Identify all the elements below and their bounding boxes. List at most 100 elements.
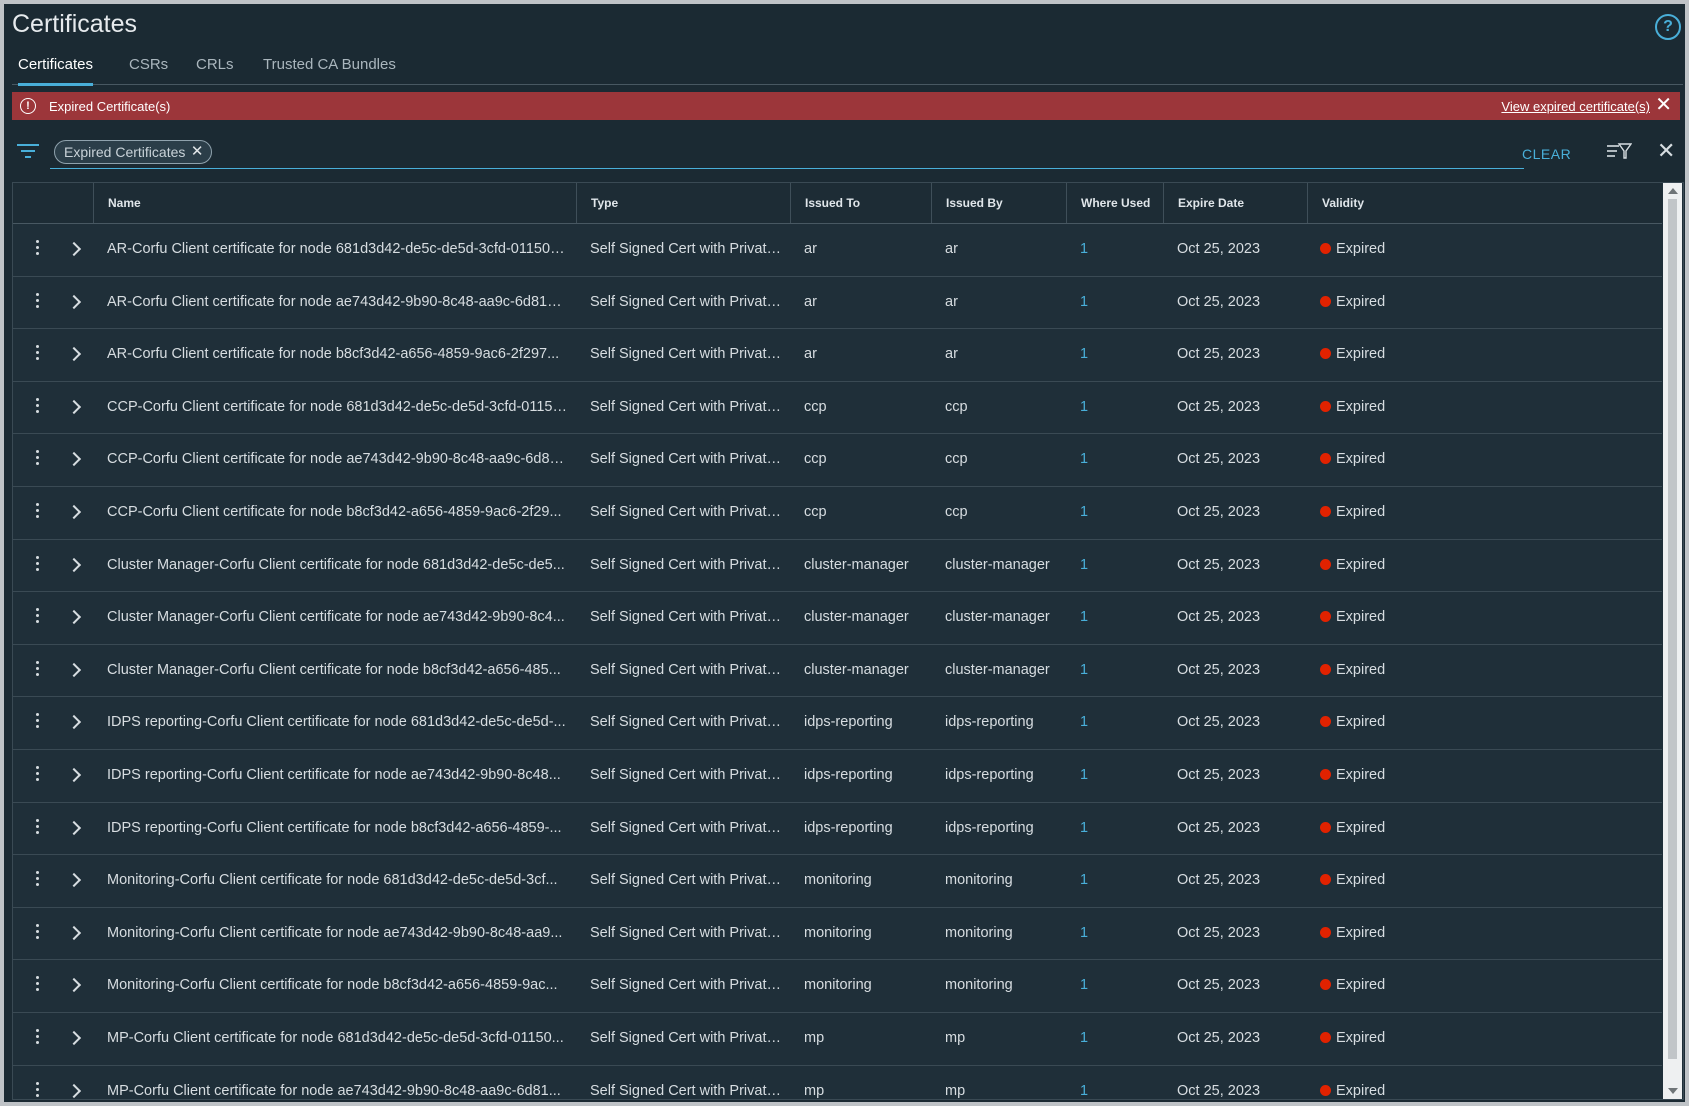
scroll-up-arrow-icon[interactable] (1668, 188, 1678, 194)
table-row[interactable]: Monitoring-Corfu Client certificate for … (13, 960, 1662, 1013)
table-row[interactable]: IDPS reporting-Corfu Client certificate … (13, 697, 1662, 750)
column-header-type[interactable]: Type (576, 183, 790, 223)
chevron-right-icon[interactable] (66, 610, 82, 625)
kebab-menu-icon[interactable] (31, 501, 43, 523)
where-used-link[interactable]: 1 (1080, 224, 1140, 275)
chevron-right-icon[interactable] (66, 399, 82, 414)
kebab-menu-icon[interactable] (31, 869, 43, 891)
chevron-right-icon[interactable] (66, 294, 82, 309)
table-row[interactable]: Cluster Manager-Corfu Client certificate… (13, 539, 1662, 593)
chevron-right-icon[interactable] (66, 452, 82, 467)
column-header-validity[interactable]: Validity (1307, 183, 1662, 223)
where-used-link[interactable]: 1 (1080, 592, 1140, 643)
where-used-link[interactable]: 1 (1080, 960, 1140, 1011)
kebab-menu-icon[interactable] (31, 343, 43, 365)
chevron-right-icon[interactable] (66, 978, 82, 993)
table-row[interactable]: MP-Corfu Client certificate for node 681… (13, 1012, 1662, 1066)
kebab-menu-icon[interactable] (31, 974, 43, 996)
view-expired-link[interactable]: View expired certificate(s) (1501, 99, 1650, 114)
table-row[interactable]: CCP-Corfu Client certificate for node b8… (13, 486, 1662, 540)
chevron-right-icon[interactable] (66, 347, 82, 362)
chevron-right-icon[interactable] (66, 873, 82, 888)
validity-label: Expired (1336, 819, 1386, 836)
kebab-menu-icon[interactable] (31, 606, 43, 628)
vertical-scrollbar[interactable] (1663, 183, 1682, 1099)
table-row[interactable]: Monitoring-Corfu Client certificate for … (13, 855, 1662, 908)
table-row[interactable]: AR-Corfu Client certificate for node b8c… (13, 329, 1662, 382)
tab-csrs[interactable]: CSRs (129, 56, 168, 83)
column-header-name[interactable]: Name (93, 183, 576, 223)
alert-text: Expired Certificate(s) (49, 99, 171, 114)
table-row[interactable]: Monitoring-Corfu Client certificate for … (13, 907, 1662, 961)
table-row[interactable]: AR-Corfu Client certificate for node 681… (13, 224, 1662, 277)
status-badge: Expired (1320, 329, 1470, 380)
column-header-issued-by[interactable]: Issued By (931, 183, 1066, 223)
where-used-link[interactable]: 1 (1080, 645, 1140, 696)
chevron-right-icon[interactable] (66, 662, 82, 677)
remove-chip-icon[interactable]: ✕ (191, 141, 204, 163)
tab-trusted-ca-bundles[interactable]: Trusted CA Bundles (263, 56, 396, 83)
table-row[interactable]: MP-Corfu Client certificate for node ae7… (13, 1065, 1662, 1100)
cert-name: IDPS reporting-Corfu Client certificate … (107, 714, 566, 731)
filter-lines-icon[interactable] (16, 142, 40, 160)
table-row[interactable]: IDPS reporting-Corfu Client certificate … (13, 749, 1662, 803)
table-row[interactable]: Cluster Manager-Corfu Client certificate… (13, 644, 1662, 698)
chevron-right-icon[interactable] (66, 925, 82, 940)
where-used-link[interactable]: 1 (1080, 382, 1140, 433)
where-used-link[interactable]: 1 (1080, 277, 1140, 328)
scroll-thumb[interactable] (1668, 199, 1677, 1059)
where-used-link[interactable]: 1 (1080, 908, 1140, 959)
chevron-right-icon[interactable] (66, 1030, 82, 1045)
kebab-menu-icon[interactable] (31, 238, 43, 260)
where-used-link[interactable]: 1 (1080, 1066, 1140, 1100)
chevron-right-icon[interactable] (66, 715, 82, 730)
where-used-link[interactable]: 1 (1080, 540, 1140, 591)
where-used-link[interactable]: 1 (1080, 487, 1140, 538)
tab-crls[interactable]: CRLs (196, 56, 234, 83)
cert-type: Self Signed Cert with Private... (590, 556, 786, 573)
close-icon[interactable]: ✕ (1655, 95, 1672, 115)
kebab-menu-icon[interactable] (31, 554, 43, 576)
clear-button[interactable]: CLEAR (1522, 146, 1571, 162)
status-badge: Expired (1320, 540, 1470, 591)
chevron-right-icon[interactable] (66, 767, 82, 783)
chevron-right-icon[interactable] (66, 557, 82, 572)
where-used-link[interactable]: 1 (1080, 329, 1140, 380)
column-header-expire-date[interactable]: Expire Date (1163, 183, 1307, 223)
kebab-menu-icon[interactable] (31, 764, 43, 786)
table-row[interactable]: IDPS reporting-Corfu Client certificate … (13, 802, 1662, 856)
kebab-menu-icon[interactable] (31, 396, 43, 418)
close-filter-icon[interactable]: ✕ (1657, 140, 1675, 162)
kebab-menu-icon[interactable] (31, 291, 43, 313)
table-row[interactable]: CCP-Corfu Client certificate for node ae… (13, 434, 1662, 487)
where-used-link[interactable]: 1 (1080, 750, 1140, 801)
where-used-link[interactable]: 1 (1080, 803, 1140, 854)
where-used-link[interactable]: 1 (1080, 697, 1140, 748)
kebab-menu-icon[interactable] (31, 711, 43, 733)
kebab-menu-icon[interactable] (31, 448, 43, 470)
help-icon[interactable]: ? (1655, 14, 1681, 40)
tab-certificates[interactable]: Certificates (18, 56, 94, 86)
chevron-right-icon[interactable] (66, 241, 82, 257)
scroll-down-arrow-icon[interactable] (1668, 1088, 1678, 1094)
filter-input[interactable]: Expired Certificates ✕ (50, 128, 1524, 169)
table-row[interactable]: CCP-Corfu Client certificate for node 68… (13, 381, 1662, 435)
column-header-where-used[interactable]: Where Used (1066, 183, 1163, 223)
table-row[interactable]: Cluster Manager-Corfu Client certificate… (13, 592, 1662, 645)
kebab-menu-icon[interactable] (31, 1080, 43, 1100)
kebab-menu-icon[interactable] (31, 1027, 43, 1049)
chevron-right-icon[interactable] (66, 820, 82, 835)
where-used-link[interactable]: 1 (1080, 855, 1140, 906)
kebab-menu-icon[interactable] (31, 817, 43, 839)
where-used-link[interactable]: 1 (1080, 1013, 1140, 1064)
kebab-menu-icon[interactable] (31, 659, 43, 681)
column-header-issued-to[interactable]: Issued To (790, 183, 931, 223)
red-dot-icon (1320, 663, 1331, 675)
chevron-right-icon[interactable] (66, 504, 82, 520)
kebab-menu-icon[interactable] (31, 922, 43, 944)
filter-sort-icon[interactable] (1606, 142, 1632, 162)
chevron-right-icon[interactable] (66, 1083, 82, 1098)
where-used-link[interactable]: 1 (1080, 434, 1140, 485)
table-row[interactable]: AR-Corfu Client certificate for node ae7… (13, 276, 1662, 330)
cert-expire-date: Oct 25, 2023 (1177, 977, 1261, 994)
